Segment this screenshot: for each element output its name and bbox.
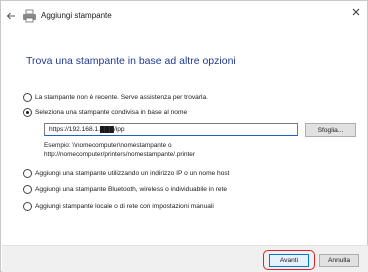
next-button[interactable]: Avanti <box>269 254 309 267</box>
option-label: La stampante non è recente. Serve assist… <box>35 93 208 101</box>
option-label: Seleziona una stampante condivisa in bas… <box>35 108 188 116</box>
radio-button[interactable] <box>23 168 32 178</box>
option-label: Aggiungi una stampante utilizzando un in… <box>35 169 230 177</box>
option-ip-hostname[interactable]: Aggiungi una stampante utilizzando un in… <box>23 167 230 179</box>
printer-name-input[interactable] <box>44 123 298 136</box>
option-label: Aggiungi stampante locale o di rete con … <box>35 202 214 210</box>
radio-button[interactable] <box>23 92 32 102</box>
close-icon[interactable] <box>349 5 363 19</box>
title-bar: Aggiungi stampante <box>1 1 367 31</box>
cancel-button[interactable]: Annulla <box>319 254 359 267</box>
option-printer-not-listed[interactable]: La stampante non è recente. Serve assist… <box>23 91 208 103</box>
page-heading: Trova una stampante in base ad altre opz… <box>26 55 236 67</box>
option-local-manual[interactable]: Aggiungi stampante locale o di rete con … <box>23 200 214 212</box>
example-line-1: Esempio: \\nomecomputer\nomestampante o <box>44 142 172 149</box>
back-arrow-icon[interactable] <box>6 11 16 21</box>
window-title: Aggiungi stampante <box>41 11 112 20</box>
option-shared-by-name[interactable]: Seleziona una stampante condivisa in bas… <box>23 106 187 118</box>
example-line-2: http://nomecomputer/printers/nomestampan… <box>44 150 195 158</box>
example-text: Esempio: \\nomecomputer\nomestampante o … <box>44 142 195 159</box>
option-bluetooth-wireless[interactable]: Aggiungi una stampante Bluetooth, wirele… <box>23 183 227 195</box>
option-label: Aggiungi una stampante Bluetooth, wirele… <box>35 185 228 193</box>
radio-button-selected[interactable] <box>23 107 32 117</box>
browse-button[interactable]: Sfoglia... <box>305 123 356 137</box>
dialog-footer <box>2 245 368 272</box>
radio-button[interactable] <box>23 201 32 211</box>
printer-icon <box>23 9 36 23</box>
radio-button[interactable] <box>23 184 32 194</box>
add-printer-dialog: Aggiungi stampante Trova una stampante i… <box>0 0 368 272</box>
